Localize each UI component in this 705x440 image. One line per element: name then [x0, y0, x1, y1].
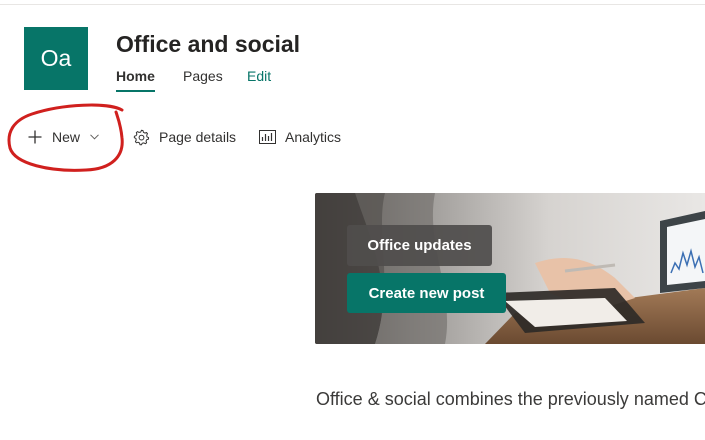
nav-item-home[interactable]: Home [116, 68, 155, 92]
analytics-button[interactable]: Analytics [259, 124, 341, 150]
page-details-label: Page details [159, 129, 237, 145]
nav-item-edit[interactable]: Edit [247, 68, 271, 90]
nav-item-pages[interactable]: Pages [183, 68, 223, 90]
site-description: Office & social combines the previously … [316, 389, 705, 409]
site-logo[interactable]: Oa [24, 27, 88, 90]
top-divider [0, 4, 705, 5]
page-details-button[interactable]: Page details [133, 124, 236, 150]
create-new-post-button[interactable]: Create new post [347, 273, 506, 313]
gear-icon [133, 129, 150, 146]
analytics-icon [259, 130, 276, 144]
hero-background-image [315, 193, 705, 344]
office-updates-button[interactable]: Office updates [347, 225, 492, 266]
analytics-label: Analytics [285, 129, 342, 145]
red-circle-annotation [7, 103, 124, 172]
site-logo-text: Oa [40, 45, 72, 71]
site-title[interactable]: Office and social [116, 31, 300, 58]
hero-banner: Office updates Create new post [315, 193, 705, 344]
